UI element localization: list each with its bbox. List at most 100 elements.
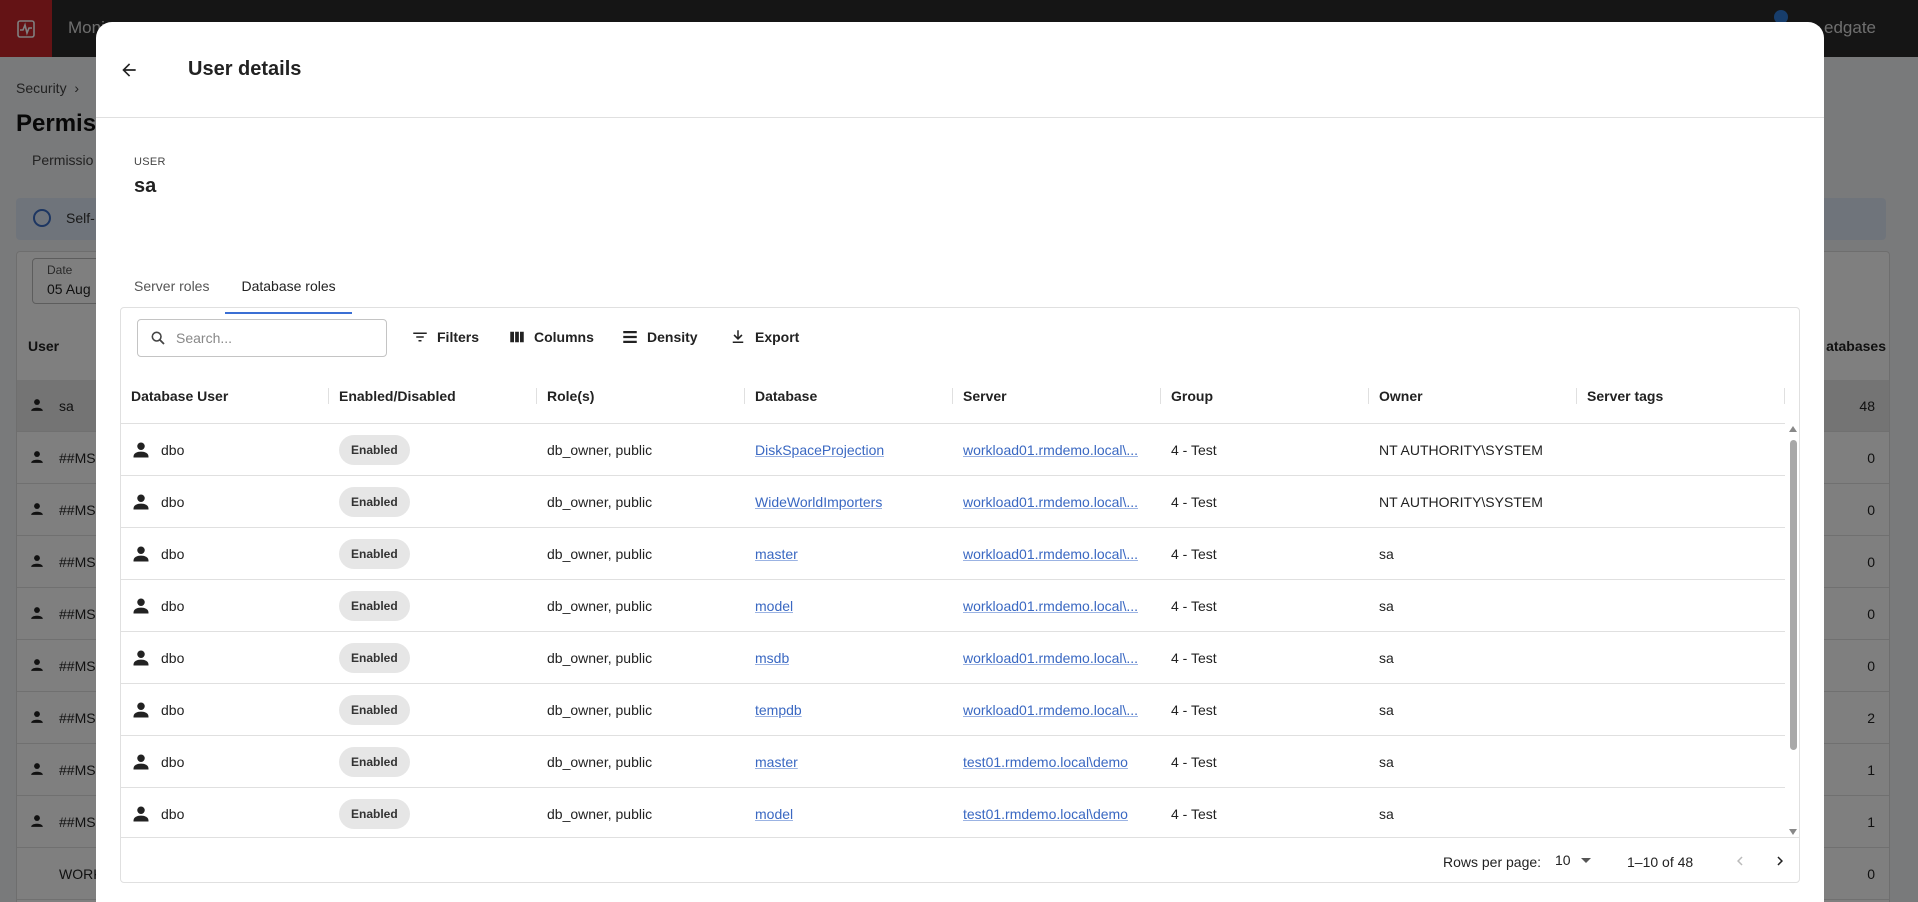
cell-group: 4 - Test [1171,493,1217,510]
scrollbar-thumb[interactable] [1790,440,1797,750]
server-link[interactable]: workload01.rmdemo.local\... [963,598,1138,614]
server-link[interactable]: workload01.rmdemo.local\... [963,494,1138,510]
person-icon [133,754,149,769]
server-link[interactable]: test01.rmdemo.local\demo [963,806,1128,822]
database-link[interactable]: tempdb [755,702,802,718]
density-icon [623,331,637,343]
cell-roles: db_owner, public [547,545,653,562]
database-link[interactable]: msdb [755,650,789,666]
columns-button[interactable]: Columns [508,328,594,346]
table-row[interactable]: dbo Enabled db_owner, public DiskSpacePr… [121,424,1785,476]
table-body: dbo Enabled db_owner, public DiskSpacePr… [121,424,1785,837]
col-header-enabled[interactable]: Enabled/Disabled [329,368,537,424]
cell-user: dbo [121,544,329,564]
database-link[interactable]: model [755,806,793,822]
table-row[interactable]: dbo Enabled db_owner, public msdb worklo… [121,632,1785,684]
density-label: Density [647,329,698,345]
server-link[interactable]: workload01.rmdemo.local\... [963,442,1138,458]
table-header: Database User Enabled/Disabled Role(s) D… [121,368,1785,424]
cell-user: dbo [121,440,329,460]
cell-database: WideWorldImporters [745,494,953,510]
table-row[interactable]: dbo Enabled db_owner, public tempdb work… [121,684,1785,736]
filter-icon [413,332,427,342]
export-label: Export [755,329,800,345]
chevron-right-icon [1777,856,1783,866]
previous-page-button[interactable] [1731,852,1749,873]
col-header-server[interactable]: Server [953,368,1161,424]
cell-group: 4 - Test [1171,805,1217,822]
cell-owner: sa [1379,649,1394,666]
database-link[interactable]: master [755,546,798,562]
table-row[interactable]: dbo Enabled db_owner, public model workl… [121,580,1785,632]
vertical-scrollbar[interactable] [1787,424,1799,837]
database-link[interactable]: master [755,754,798,770]
user-details-modal: User details USER sa Server roles Databa… [96,22,1824,902]
cell-owner: sa [1379,545,1394,562]
caret-down-icon [1580,857,1591,863]
search-input[interactable] [176,330,366,346]
cell-group: 4 - Test [1171,597,1217,614]
cell-roles: db_owner, public [547,493,653,510]
cell-owner: sa [1379,753,1394,770]
back-button[interactable] [116,57,142,83]
cell-user: dbo [121,752,329,772]
cell-status: Enabled [329,434,537,465]
cell-owner: sa [1379,597,1394,614]
database-link[interactable]: model [755,598,793,614]
cell-group: 4 - Test [1171,545,1217,562]
status-badge: Enabled [339,538,410,569]
col-header-server-tags[interactable]: Server tags [1577,368,1785,424]
col-header-roles[interactable]: Role(s) [537,368,745,424]
cell-server: workload01.rmdemo.local\... [953,494,1161,510]
col-header-database-user[interactable]: Database User [121,368,329,424]
cell-owner: NT AUTHORITY\SYSTEM [1379,493,1543,510]
user-name: dbo [161,701,185,718]
cell-server: workload01.rmdemo.local\... [953,598,1161,614]
cell-server: workload01.rmdemo.local\... [953,650,1161,666]
server-link[interactable]: test01.rmdemo.local\demo [963,754,1128,770]
table-row[interactable]: dbo Enabled db_owner, public master work… [121,528,1785,580]
pagination-footer: Rows per page: 10 1–10 of 48 [121,837,1799,883]
person-icon [133,442,149,457]
database-link[interactable]: WideWorldImporters [755,494,882,510]
col-header-owner[interactable]: Owner [1369,368,1577,424]
col-header-database[interactable]: Database [745,368,953,424]
scroll-up-arrow-icon[interactable] [1789,426,1797,432]
rows-per-page-value: 10 [1555,852,1571,868]
cell-roles: db_owner, public [547,805,653,822]
cell-roles: db_owner, public [547,597,653,614]
grid-toolbar: Filters Columns Density Export [121,308,1799,368]
person-icon [133,598,149,613]
cell-group: 4 - Test [1171,753,1217,770]
status-badge: Enabled [339,486,410,517]
export-button[interactable]: Export [729,328,799,346]
scroll-down-arrow-icon[interactable] [1789,829,1797,835]
filters-button[interactable]: Filters [411,328,479,346]
cell-user: dbo [121,700,329,720]
cell-group: 4 - Test [1171,701,1217,718]
cell-status: Enabled [329,538,537,569]
table-row[interactable]: dbo Enabled db_owner, public WideWorldIm… [121,476,1785,528]
cell-owner: NT AUTHORITY\SYSTEM [1379,441,1543,458]
user-name: dbo [161,805,185,822]
server-link[interactable]: workload01.rmdemo.local\... [963,702,1138,718]
cell-group: 4 - Test [1171,649,1217,666]
person-icon [133,546,149,561]
next-page-button[interactable] [1771,852,1789,873]
cell-user: dbo [121,596,329,616]
table-row[interactable]: dbo Enabled db_owner, public master test… [121,736,1785,788]
search-box[interactable] [137,319,387,357]
density-button[interactable]: Density [621,328,698,346]
cell-database: tempdb [745,702,953,718]
database-link[interactable]: DiskSpaceProjection [755,442,884,458]
table-row[interactable]: dbo Enabled db_owner, public model test0… [121,788,1785,837]
status-badge: Enabled [339,642,410,673]
pagination-range: 1–10 of 48 [1627,854,1694,870]
server-link[interactable]: workload01.rmdemo.local\... [963,650,1138,666]
server-link[interactable]: workload01.rmdemo.local\... [963,546,1138,562]
cell-roles: db_owner, public [547,701,653,718]
cell-roles: db_owner, public [547,753,653,770]
user-label: USER [134,156,166,168]
col-header-group[interactable]: Group [1161,368,1369,424]
rows-per-page-select[interactable]: 10 [1555,852,1591,868]
